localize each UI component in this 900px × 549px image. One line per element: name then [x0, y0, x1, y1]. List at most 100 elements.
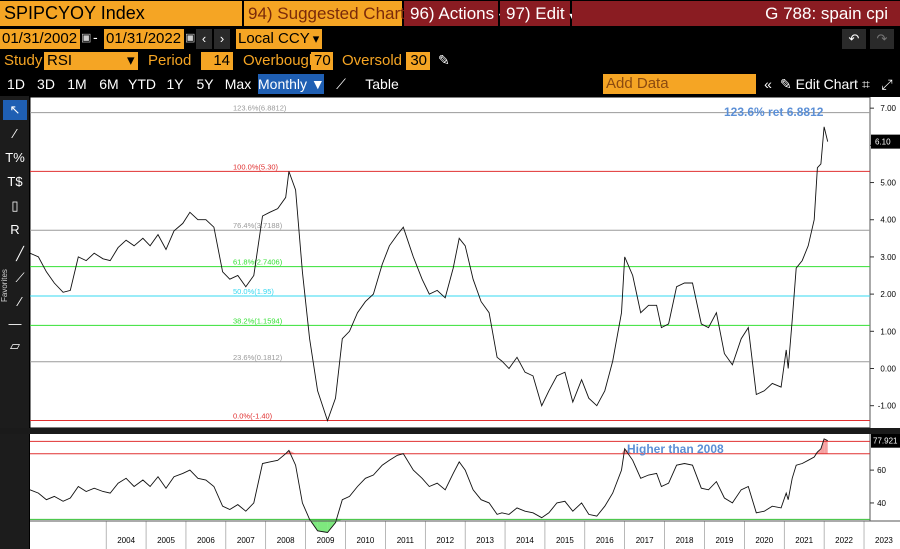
y-tick-label: 7.00: [880, 104, 896, 113]
range-ytd-button[interactable]: YTD: [126, 74, 158, 94]
fib-level-label: 76.4%(3.7188): [233, 221, 283, 230]
chevron-down-icon[interactable]: ▾: [126, 52, 138, 70]
last-value-badge: [871, 134, 900, 149]
chart-settings-icon[interactable]: ⌗: [858, 74, 874, 94]
edit-chart-button[interactable]: ✎ Edit Chart: [780, 74, 858, 94]
annotate-label: Annotate: [429, 99, 462, 108]
rsi-series-line: [29, 438, 828, 533]
time-toolbar: 1D 3D 1M 6M YTD 1Y 5Y Max Monthly ▼ ⟋ Ta…: [0, 72, 900, 96]
undo-icon[interactable]: ↶: [842, 29, 866, 49]
range-3d-button[interactable]: 3D: [32, 74, 60, 94]
overbought-fill: [820, 438, 825, 454]
brush-icon[interactable]: ╱: [12, 244, 28, 264]
date-separator: -: [93, 29, 98, 45]
period-field[interactable]: 14: [201, 52, 233, 70]
reset-label: Reset: [510, 116, 532, 125]
lower-plot-area: [30, 434, 870, 521]
retracement-icon[interactable]: R: [3, 220, 27, 240]
y-tick-label: 40: [877, 499, 886, 508]
x-tick-label: 2014: [516, 536, 534, 545]
range-5y-button[interactable]: 5Y: [192, 74, 218, 94]
segment-icon[interactable]: ⁄: [12, 292, 28, 312]
price-line-icon[interactable]: T$: [3, 172, 27, 192]
track-button[interactable]: ✣ Track: [388, 99, 416, 108]
fib-level-label: 23.6%(0.1812): [233, 353, 283, 362]
oversold-field[interactable]: 30: [406, 52, 430, 70]
x-tick-label: 2023: [875, 536, 893, 545]
table-button[interactable]: Table: [360, 74, 404, 94]
fib-level-label: 100.0%(5.30): [233, 162, 279, 171]
add-data-field[interactable]: Add Data: [603, 74, 756, 94]
horizontal-line-icon[interactable]: —: [3, 314, 27, 334]
range-1m-button[interactable]: 1M: [62, 74, 92, 94]
y-tick-label: 5.00: [880, 179, 896, 188]
x-tick-label: 2016: [596, 536, 614, 545]
cursor-icon[interactable]: ↖: [3, 100, 27, 120]
upper-axis-area: [870, 97, 900, 428]
eraser-icon[interactable]: ▱: [3, 336, 27, 356]
x-tick-label: 2008: [277, 536, 295, 545]
fib-level-label: 61.8%(2.7406): [233, 258, 283, 267]
draw-line-icon[interactable]: ∕: [3, 124, 27, 144]
x-tick-label: 2015: [556, 536, 574, 545]
x-axis-area: [30, 521, 900, 549]
channel-icon[interactable]: ▯: [3, 196, 27, 216]
range-6m-button[interactable]: 6M: [94, 74, 124, 94]
x-tick-label: 2010: [357, 536, 375, 545]
last-value-badge: [871, 433, 900, 448]
zoom-button[interactable]: ⌕ Zoom: [506, 99, 533, 108]
overbought-fill: [817, 448, 821, 454]
overbought-fill: [624, 448, 633, 454]
x-tick-label: 2007: [237, 536, 255, 545]
y-tick-label: 3.00: [880, 253, 896, 262]
favorites-tab[interactable]: Favorites: [0, 242, 12, 302]
end-date-field[interactable]: 01/31/2022: [104, 29, 184, 49]
frequency-select[interactable]: Monthly ▼: [258, 74, 325, 94]
fib-level-label: 123.6%(6.8812): [233, 104, 287, 113]
trend-icon[interactable]: ⟋: [12, 268, 28, 288]
percent-line-icon[interactable]: T%: [3, 148, 27, 168]
study-select[interactable]: RSI: [44, 52, 126, 70]
collapse-icon[interactable]: «: [760, 74, 776, 94]
chevron-down-icon[interactable]: ▾: [310, 29, 322, 49]
panel-divider: [0, 428, 900, 434]
currency-select[interactable]: Local CCY: [236, 29, 310, 49]
y-tick-label: -1.00: [878, 402, 897, 411]
next-period-button[interactable]: ›: [214, 29, 230, 49]
chart-tools-bar: ✣ Track ∕ Annotate ▤ News ⌕ Zoom: [384, 97, 535, 111]
overbought-fill: [814, 452, 818, 454]
reset-icon: ●: [503, 116, 509, 125]
start-date-field[interactable]: 01/31/2002: [0, 29, 80, 49]
news-button[interactable]: ▤ News: [470, 99, 500, 108]
range-max-button[interactable]: Max: [222, 74, 254, 94]
y-tick-label: 2.00: [880, 290, 896, 299]
oversold-label: Oversold: [342, 52, 403, 69]
pencil-icon[interactable]: ✎: [438, 52, 450, 69]
fib-level-label: 0.0%(-1.40): [233, 412, 273, 421]
overbought-fill: [285, 450, 289, 454]
actions-menu[interactable]: 96) Actions ▾: [404, 1, 504, 26]
redo-icon[interactable]: ↷: [870, 29, 894, 49]
range-1y-button[interactable]: 1Y: [162, 74, 188, 94]
chart-annotation: 123.6% ret 6.8812: [724, 105, 824, 119]
calendar-icon[interactable]: ▣: [185, 31, 195, 45]
fib-level-label: 50.0%(1.95): [233, 287, 274, 296]
lower-axis-area: [870, 434, 900, 521]
x-tick-label: 2011: [397, 536, 415, 545]
edit-menu[interactable]: 97) Edit ▾: [500, 1, 574, 26]
ticker-field[interactable]: SPIPCYOY Index: [0, 1, 242, 26]
suggested-charts-menu[interactable]: 94) Suggested Charts: [244, 1, 413, 26]
overbought-field[interactable]: 70: [311, 52, 333, 70]
actions-label: 96) Actions: [410, 4, 495, 23]
range-1d-button[interactable]: 1D: [2, 74, 30, 94]
upper-plot-area: [29, 96, 871, 429]
calendar-icon[interactable]: ▣: [81, 31, 91, 45]
overbought-fill: [824, 438, 828, 454]
prev-period-button[interactable]: ‹: [196, 29, 212, 49]
expand-icon[interactable]: ⤢: [878, 74, 896, 94]
line-chart-icon[interactable]: ⟋: [330, 74, 352, 94]
edit-label: 97) Edit: [506, 4, 565, 23]
reset-button[interactable]: ● Reset: [500, 114, 535, 128]
annotate-button[interactable]: ∕ Annotate: [424, 99, 464, 108]
study-label: Study: [4, 52, 43, 69]
